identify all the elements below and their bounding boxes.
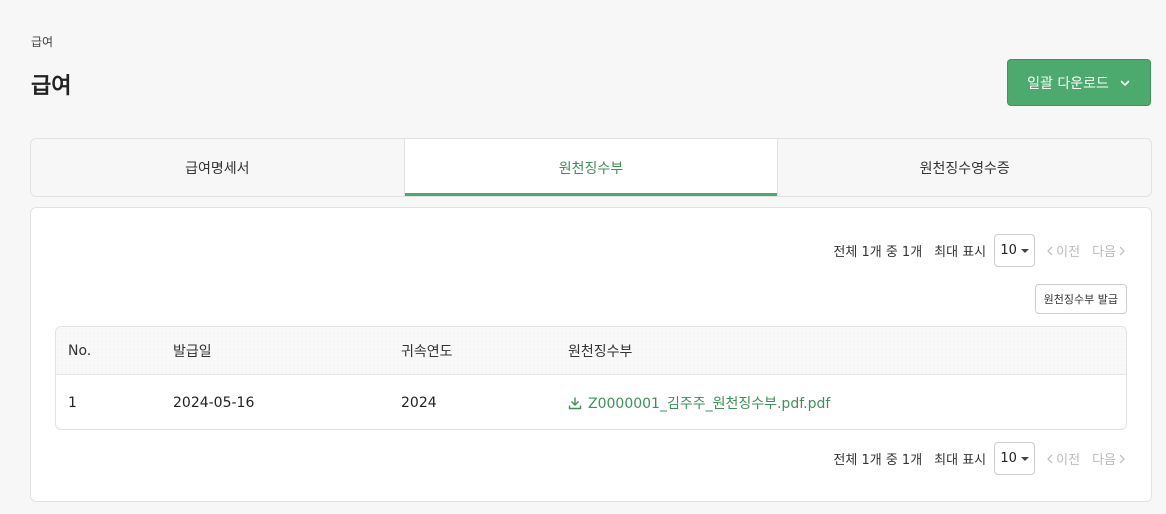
max-display-label: 최대 표시 [934,245,987,260]
column-header-issue-date: 발급일 [173,343,212,360]
tab-withholding-receipt[interactable]: 원천징수영수증 [778,139,1151,196]
max-display-label: 최대 표시 [934,453,987,468]
tab-bar: 급여명세서 원천징수부 원천징수영수증 [30,138,1152,197]
download-icon [568,397,582,409]
next-label: 다음 [1092,245,1116,260]
row-file: Z0000001_김주주_원천징수부.pdf.pdf [568,375,830,429]
page-title: 급여 [31,74,72,99]
page-size-select[interactable]: 10 [994,234,1036,267]
bulk-download-button[interactable]: 일괄 다운로드 [1007,59,1151,106]
page-size-value: 10 [1000,243,1017,258]
withholding-table: No. 발급일 귀속연도 원천징수부 1 2024-05-16 2024 Z00… [55,326,1127,430]
page-size-select[interactable]: 10 [994,442,1036,475]
chevron-left-icon [1047,454,1053,463]
column-header-no: No. [68,342,92,359]
tab-pay-statement[interactable]: 급여명세서 [31,139,404,196]
content-panel: 전체 1개 중 1개 최대 표시 10 이전 다음 원천징수부 발급 No. 발… [30,207,1152,502]
pagination-top: 전체 1개 중 1개 최대 표시 10 이전 다음 [833,234,1125,267]
next-page-button[interactable]: 다음 [1092,449,1125,468]
prev-label: 이전 [1056,453,1081,468]
column-header-year: 귀속연도 [401,343,453,360]
chevron-right-icon [1119,246,1125,255]
prev-page-button[interactable]: 이전 [1047,449,1080,468]
page-size-value: 10 [1000,451,1017,466]
row-no: 1 [68,394,77,411]
chevron-right-icon [1119,454,1125,463]
table-header: No. 발급일 귀속연도 원천징수부 [56,327,1126,375]
table-row: 1 2024-05-16 2024 Z0000001_김주주_원천징수부.pdf… [56,375,1126,429]
bulk-download-label: 일괄 다운로드 [1027,75,1109,92]
total-count: 전체 1개 중 1개 [833,245,923,260]
chevron-left-icon [1047,246,1053,255]
chevron-down-icon [1120,79,1130,86]
prev-page-button[interactable]: 이전 [1047,241,1080,260]
row-year: 2024 [401,394,437,411]
next-label: 다음 [1092,453,1116,468]
file-name: Z0000001_김주주_원천징수부.pdf.pdf [588,395,831,412]
prev-label: 이전 [1056,245,1081,260]
file-download-link[interactable]: Z0000001_김주주_원천징수부.pdf.pdf [568,393,830,413]
row-issue-date: 2024-05-16 [173,394,255,411]
next-page-button[interactable]: 다음 [1092,241,1125,260]
breadcrumb: 급여 [31,35,54,49]
tab-label: 급여명세서 [185,160,250,177]
tab-withholding-ledger[interactable]: 원천징수부 [403,139,779,196]
caret-down-icon [1020,456,1029,461]
column-header-file: 원천징수부 [568,343,633,360]
issue-withholding-button[interactable]: 원천징수부 발급 [1034,284,1127,314]
pagination-bottom: 전체 1개 중 1개 최대 표시 10 이전 다음 [833,442,1125,475]
tab-label: 원천징수부 [558,160,624,177]
total-count: 전체 1개 중 1개 [833,453,923,468]
tab-label: 원천징수영수증 [919,160,1010,177]
caret-down-icon [1020,248,1029,253]
